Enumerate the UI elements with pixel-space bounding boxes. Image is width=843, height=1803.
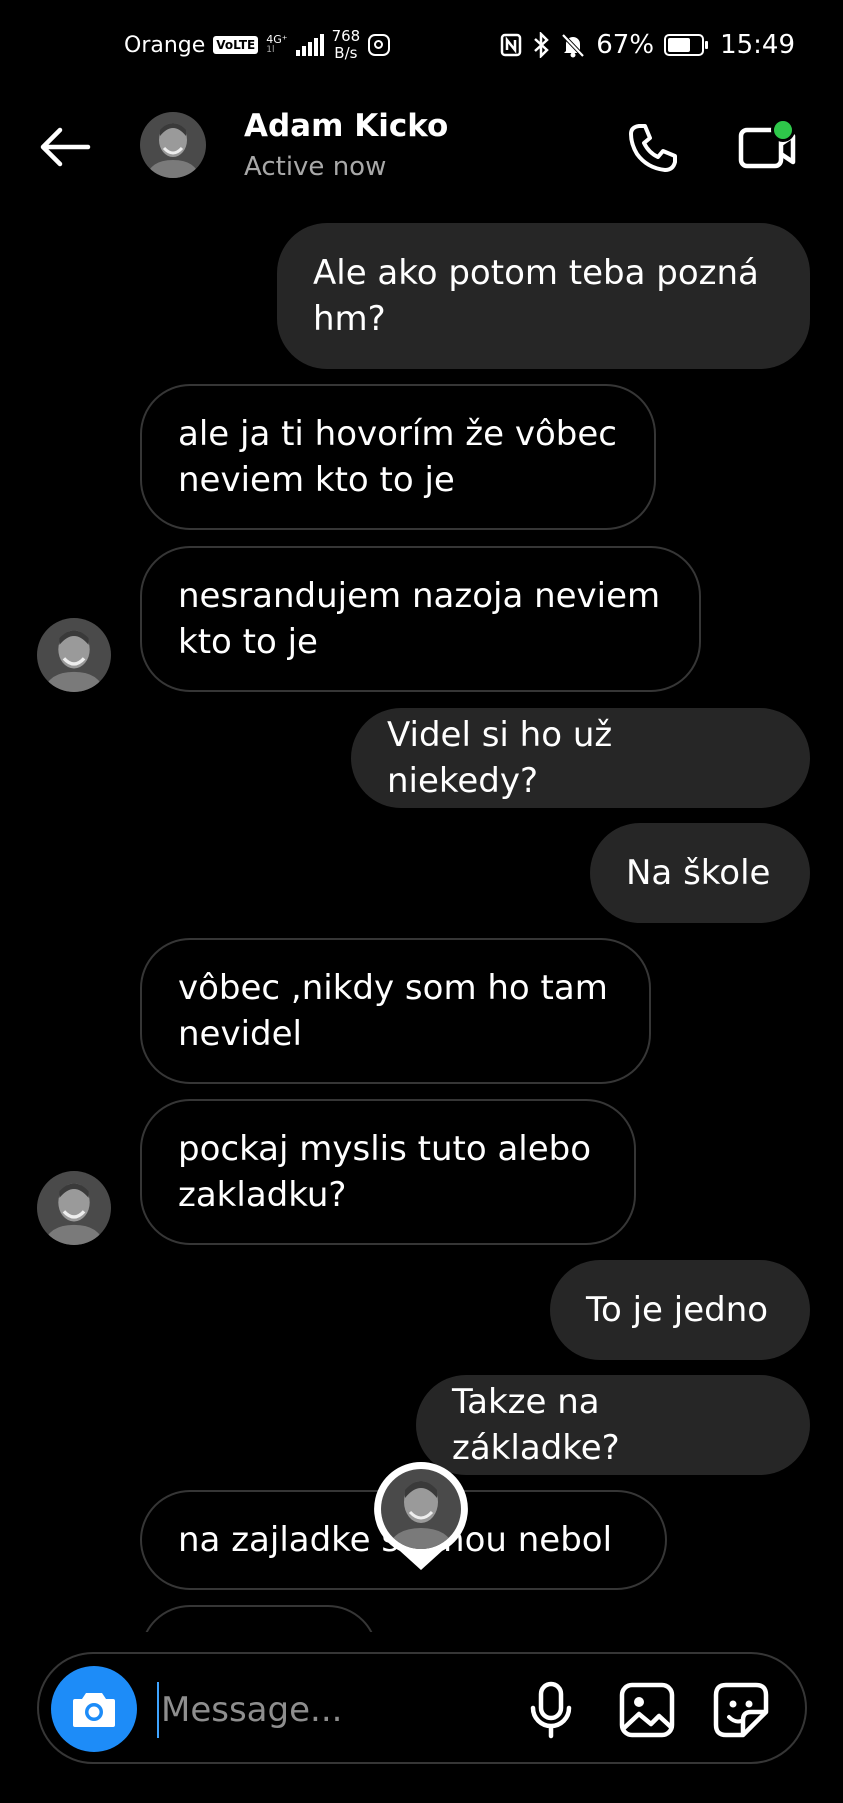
message-bubble-sent[interactable]: Ale ako potom teba pozná hm? xyxy=(277,223,810,369)
video-call-button[interactable] xyxy=(737,118,797,178)
volte-badge: VoLTE xyxy=(213,36,259,54)
message-bubble-received[interactable]: vôbec ,nikdy som ho tam nevidel xyxy=(140,938,651,1084)
back-arrow-icon[interactable] xyxy=(36,122,94,172)
phone-icon[interactable] xyxy=(625,120,681,176)
active-indicator xyxy=(771,118,795,142)
status-bar: Orange VoLTE 4G⁺ 1l 768 B/s 67% 15:49 xyxy=(0,0,843,100)
battery-icon xyxy=(664,34,709,56)
network-type: 4G⁺ 1l xyxy=(266,33,288,55)
contact-name[interactable]: Adam Kicko xyxy=(244,108,448,144)
avatar[interactable] xyxy=(37,618,111,692)
chat-header: Adam Kicko Active now xyxy=(0,100,843,200)
message-bubble-sent[interactable]: Takze na základke? xyxy=(416,1375,810,1475)
message-list[interactable]: Ale ako potom teba pozná hm? ale ja ti h… xyxy=(0,200,843,1632)
sticker-icon[interactable] xyxy=(711,1680,771,1740)
battery-percent: 67% xyxy=(596,30,655,60)
message-input[interactable] xyxy=(157,1682,543,1738)
bluetooth-icon xyxy=(534,32,550,58)
camera-icon xyxy=(73,1693,115,1727)
message-bubble-sent[interactable]: To je jedno xyxy=(550,1260,810,1360)
signal-icon xyxy=(295,34,324,56)
network-speed: 768 B/s xyxy=(331,27,361,62)
message-bubble-received[interactable]: ale ja ti hovorím že vôbec neviem kto to… xyxy=(140,384,656,530)
instagram-notification-icon xyxy=(368,34,391,56)
avatar[interactable] xyxy=(37,1171,111,1245)
avatar[interactable] xyxy=(140,112,206,178)
message-composer xyxy=(37,1652,807,1764)
seen-avatar-marker xyxy=(374,1462,468,1570)
nfc-icon xyxy=(501,33,522,57)
camera-button[interactable] xyxy=(51,1666,137,1752)
message-bubble-sent[interactable]: Na škole xyxy=(590,823,810,923)
contact-status: Active now xyxy=(244,152,387,182)
message-bubble-received[interactable] xyxy=(140,1605,378,1632)
message-bubble-received[interactable]: nesrandujem nazoja neviem kto to je xyxy=(140,546,701,692)
gallery-icon[interactable] xyxy=(617,1680,677,1740)
message-bubble-sent[interactable]: Videl si ho už niekedy? xyxy=(351,708,810,808)
clock: 15:49 xyxy=(720,30,795,60)
microphone-icon[interactable] xyxy=(523,1680,579,1740)
carrier-name: Orange xyxy=(124,32,206,58)
mute-icon xyxy=(561,33,585,58)
message-bubble-received[interactable]: pockaj myslis tuto alebo zakladku? xyxy=(140,1099,636,1245)
